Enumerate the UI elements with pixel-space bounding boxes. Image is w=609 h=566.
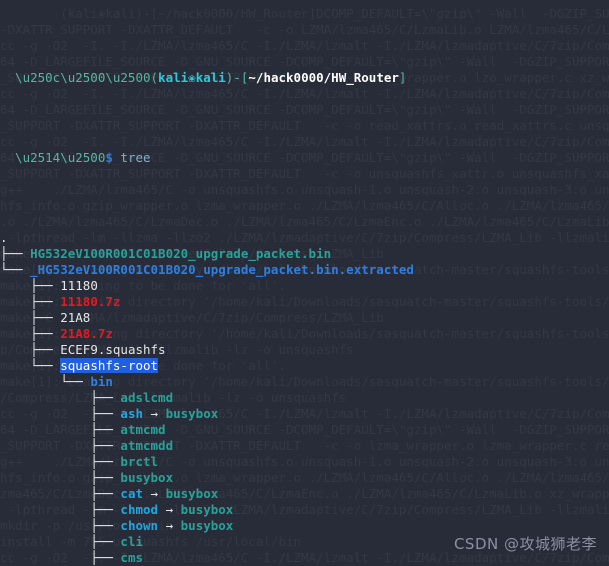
tree-row: ├── atmcmdd: [0, 438, 609, 454]
tree-row: ├── ash → busybox: [0, 406, 609, 422]
tree-node-name[interactable]: cat: [120, 486, 143, 501]
tree-row: ├── chown → busybox: [0, 518, 609, 534]
tree-branch-glyph: ├──: [0, 486, 121, 501]
tree-node-name[interactable]: chmod: [120, 502, 158, 517]
tree-row: └── squashfs-root: [0, 358, 609, 374]
terminal-window[interactable]: (kali❀kali)-[~/hack0000/HW_Router]DCOMP_…: [0, 0, 609, 566]
tree-node-name[interactable]: cli: [120, 534, 143, 549]
prompt-user: kali: [158, 70, 189, 85]
prompt-frame-bottom: \u2514\u2500: [0, 150, 106, 165]
tree-row: ├── 21A8.7z: [0, 326, 609, 342]
symlink-target[interactable]: busybox: [166, 486, 219, 501]
tree-row: ├── busybox: [0, 470, 609, 486]
tree-node-name[interactable]: _HG532eV100R001C01B020_upgrade_packet.bi…: [30, 262, 414, 277]
tree-node-name[interactable]: 11180.7z: [60, 294, 120, 309]
tree-node-name[interactable]: brctl: [120, 454, 158, 469]
tree-row: └── bin: [0, 374, 609, 390]
tree-branch-glyph: ├──: [0, 326, 61, 341]
prompt-dollar-sign: $: [105, 150, 113, 165]
tree-node-name[interactable]: 11180: [60, 278, 98, 293]
tree-branch-glyph: ├──: [0, 246, 31, 261]
tree-node-name[interactable]: .: [0, 230, 8, 245]
tree-row: ├── HG532eV100R001C01B020_upgrade_packet…: [0, 246, 609, 262]
prompt-close-bracket: ]: [398, 70, 407, 85]
symlink-arrow-icon: →: [143, 486, 166, 501]
symlink-target[interactable]: busybox: [181, 518, 234, 533]
symlink-arrow-icon: →: [158, 502, 181, 517]
prompt-at-icon: ❀: [188, 70, 196, 85]
tree-branch-glyph: └──: [0, 262, 31, 277]
tree-branch-glyph: ├──: [0, 438, 121, 453]
tree-branch-glyph: ├──: [0, 502, 121, 517]
tree-node-name[interactable]: atmcmd: [120, 422, 165, 437]
tree-row: ├── cms: [0, 550, 609, 566]
tree-branch-glyph: ├──: [0, 470, 121, 485]
terminal-output: \u250c\u2500\u2500(kali❀kali)-[~/hack000…: [0, 0, 609, 566]
tree-row: ├── adslcmd: [0, 390, 609, 406]
tree-branch-glyph: ├──: [0, 310, 61, 325]
tree-row: .: [0, 230, 609, 246]
tree-node-name[interactable]: bin: [90, 374, 113, 389]
tree-node-name[interactable]: ECEF9.squashfs: [60, 342, 165, 357]
tree-row: ├── atmcmd: [0, 422, 609, 438]
tree-branch-glyph: ├──: [0, 278, 61, 293]
tree-branch-glyph: └──: [0, 358, 61, 373]
tree-branch-glyph: ├──: [0, 534, 121, 549]
prompt-line-1: \u250c\u2500\u2500(kali❀kali)-[~/hack000…: [0, 70, 609, 86]
prompt-path: ~/hack0000/HW_Router: [248, 70, 399, 85]
tree-branch-glyph: ├──: [0, 454, 121, 469]
tree-branch-glyph: └──: [0, 374, 91, 389]
tree-row: ├── 21A8: [0, 310, 609, 326]
tree-row: ├── ECEF9.squashfs: [0, 342, 609, 358]
prompt-frame-top: \u250c\u2500\u2500: [0, 70, 151, 85]
command-text: tree: [120, 150, 151, 165]
tree-branch-glyph: ├──: [0, 422, 121, 437]
tree-row: ├── 11180: [0, 278, 609, 294]
tree-node-name[interactable]: HG532eV100R001C01B020_upgrade_packet.bin: [30, 246, 331, 261]
prompt-dash: -: [233, 70, 241, 85]
tree-node-name[interactable]: atmcmdd: [120, 438, 173, 453]
symlink-target[interactable]: busybox: [181, 502, 234, 517]
tree-row: └── _HG532eV100R001C01B020_upgrade_packe…: [0, 262, 609, 278]
symlink-arrow-icon: →: [158, 518, 181, 533]
tree-row: ├── cli: [0, 534, 609, 550]
tree-branch-glyph: ├──: [0, 342, 61, 357]
tree-branch-glyph: ├──: [0, 518, 121, 533]
tree-node-name[interactable]: adslcmd: [120, 390, 173, 405]
tree-row: ├── chmod → busybox: [0, 502, 609, 518]
tree-row: ├── 11180.7z: [0, 294, 609, 310]
tree-node-name[interactable]: busybox: [120, 470, 173, 485]
symlink-target[interactable]: busybox: [166, 406, 219, 421]
tree-branch-glyph: ├──: [0, 550, 121, 565]
tree-node-name[interactable]: 21A8.7z: [60, 326, 113, 341]
tree-node-name[interactable]: 21A8: [60, 310, 90, 325]
tree-node-name[interactable]: chown: [120, 518, 158, 533]
tree-row: ├── brctl: [0, 454, 609, 470]
tree-node-name[interactable]: squashfs-root: [60, 358, 159, 373]
prompt-host: kali: [195, 70, 226, 85]
tree-branch-glyph: ├──: [0, 390, 121, 405]
tree-node-name[interactable]: ash: [120, 406, 143, 421]
tree-branch-glyph: ├──: [0, 294, 61, 309]
tree-row: ├── cat → busybox: [0, 486, 609, 502]
tree-listing: . ├── HG532eV100R001C01B020_upgrade_packe…: [0, 230, 609, 566]
prompt-line-2: \u2514\u2500$ tree: [0, 150, 609, 166]
prompt-open-paren: (: [150, 70, 159, 85]
symlink-arrow-icon: →: [143, 406, 166, 421]
tree-branch-glyph: ├──: [0, 406, 121, 421]
tree-node-name[interactable]: cms: [120, 550, 143, 565]
